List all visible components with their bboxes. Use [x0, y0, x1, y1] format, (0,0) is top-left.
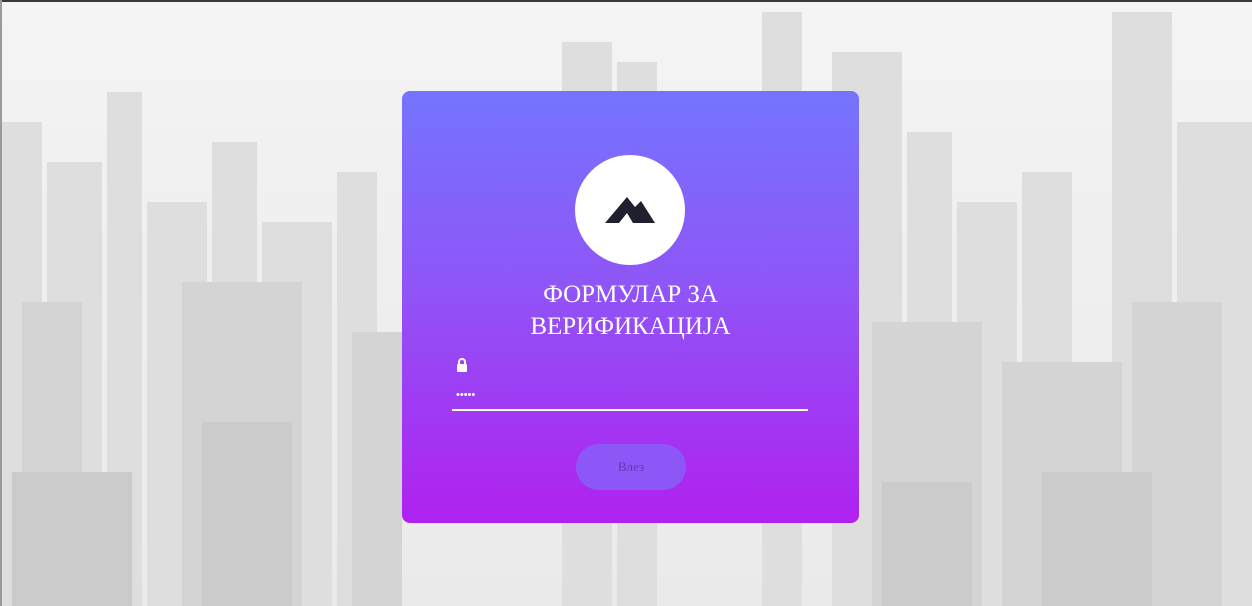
- logo-badge: [575, 155, 685, 265]
- window-left-border: [0, 0, 2, 606]
- verification-form-card: ФОРМУЛАР ЗА ВЕРИФИКАЦИЈА Влез: [402, 91, 859, 523]
- password-input[interactable]: [452, 381, 808, 411]
- form-title-line2: ВЕРИФИКАЦИЈА: [530, 313, 731, 340]
- submit-button[interactable]: Влез: [576, 444, 686, 490]
- form-title: ФОРМУЛАР ЗА ВЕРИФИКАЦИЈА: [402, 279, 859, 343]
- lock-icon: [456, 358, 468, 372]
- form-title-line1: ФОРМУЛАР ЗА: [543, 281, 718, 308]
